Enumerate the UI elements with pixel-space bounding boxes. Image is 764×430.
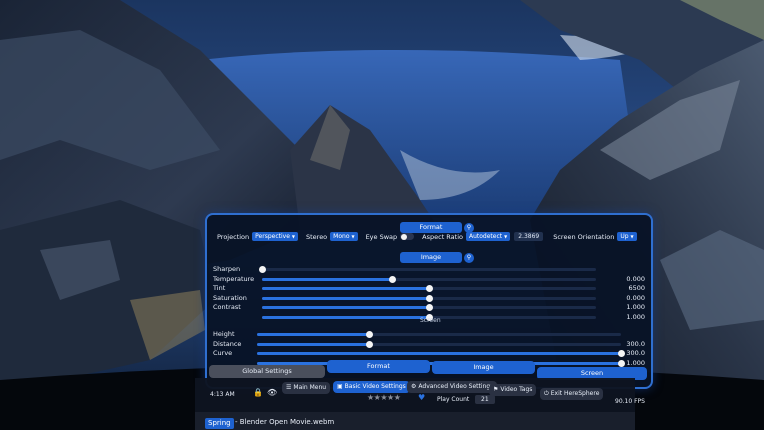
- image-label-tint: Tint: [213, 284, 226, 292]
- image-slider-value: 6500: [628, 284, 645, 292]
- image-label-contrast: Contrast: [213, 303, 241, 311]
- tab-global-settings[interactable]: Global Settings: [209, 365, 325, 378]
- now-playing-bar: Spring - Blender Open Movie.webm: [195, 412, 635, 430]
- lock-icon[interactable]: 🔒: [253, 388, 263, 397]
- screen-slider-fill: [257, 333, 370, 336]
- stereo-dropdown[interactable]: Mono ▼: [330, 232, 358, 241]
- image-slider-track[interactable]: [262, 304, 596, 311]
- image-slider-handle[interactable]: [388, 275, 396, 283]
- aspect-ratio-label: Aspect Ratio: [422, 232, 463, 241]
- favorite-heart-icon[interactable]: ♥: [418, 393, 425, 402]
- image-slider-value: 0.000: [626, 274, 645, 283]
- image-slider-track[interactable]: [258, 266, 596, 273]
- screen-orientation-dropdown[interactable]: Up ▼: [617, 232, 637, 241]
- image-slider-fill: [262, 296, 429, 300]
- video-filename: - Blender Open Movie.webm: [235, 418, 335, 426]
- rating-stars[interactable]: ★★★★★: [367, 393, 401, 402]
- screen-orientation-label: Screen Orientation: [553, 232, 615, 241]
- image-label-temperature: Temperature: [213, 274, 255, 283]
- screen-label-curve: Curve: [213, 349, 233, 357]
- screen-slider-fill: [257, 352, 621, 355]
- screen-slider-value: 300.0: [626, 339, 645, 348]
- screen-label-distance: Distance: [213, 339, 242, 348]
- stereo-label: Stereo: [305, 232, 328, 241]
- power-icon: ⏻: [544, 390, 549, 397]
- eye-swap-label: Eye Swap: [365, 232, 398, 241]
- image-label-sharpen: Sharpen: [213, 265, 241, 273]
- image-slider-handle[interactable]: [425, 294, 433, 302]
- image-icon: ▣: [337, 383, 343, 390]
- screen-slider-value: 1.000: [626, 358, 645, 367]
- play-count-label: Play Count: [437, 396, 470, 403]
- image-section-header: Image: [400, 252, 462, 263]
- aspect-ratio-dropdown[interactable]: Autodetect ▼: [466, 232, 511, 241]
- title-tag: Spring: [205, 418, 234, 429]
- screen-section-header: Screen: [420, 317, 441, 324]
- image-slider-handle[interactable]: [258, 266, 266, 273]
- menu-icon: ☰: [286, 384, 292, 391]
- image-label-saturation: Saturation: [213, 293, 247, 302]
- bottom-control-bar: 4:13 AM 🔒 👁 ☰ Main Menu ▣ Basic Video Sett…: [195, 378, 645, 412]
- basic-video-settings-button[interactable]: ▣ Basic Video Settings: [333, 381, 410, 393]
- image-search-icon[interactable]: ⚲: [464, 253, 474, 263]
- projection-dropdown[interactable]: Perspective ▼: [252, 232, 298, 241]
- eye-swap-toggle[interactable]: [400, 233, 415, 240]
- screen-label-height: Height: [213, 330, 235, 338]
- advanced-video-settings-button[interactable]: ⚙ Advanced Video Settings: [407, 381, 498, 393]
- video-tags-button[interactable]: ⚑ Video Tags: [489, 384, 537, 396]
- screen-slider-handle[interactable]: [366, 340, 374, 348]
- projection-label: Projection: [217, 232, 250, 241]
- screen-slider-handle[interactable]: [366, 331, 374, 338]
- image-slider-value: 1.000: [626, 312, 645, 321]
- screen-slider-value: 300.0: [626, 349, 645, 357]
- screen-slider-fill: [257, 342, 370, 346]
- image-slider-fill: [262, 315, 429, 319]
- gear-icon: ⚙: [411, 383, 417, 390]
- play-count-value: 21: [475, 395, 495, 404]
- tab-format[interactable]: Format: [327, 360, 430, 373]
- image-slider-track[interactable]: [262, 275, 596, 283]
- image-slider-track[interactable]: [262, 294, 596, 302]
- image-slider-fill: [262, 277, 393, 281]
- screen-slider-track[interactable]: [257, 350, 625, 357]
- fps-readout: 90.10 FPS: [615, 398, 645, 405]
- image-slider-handle[interactable]: [425, 304, 433, 311]
- image-slider-value: 0.000: [626, 293, 645, 302]
- image-slider-value: 1.000: [626, 303, 645, 311]
- exit-heresphere-button[interactable]: ⏻ Exit HereSphere: [540, 388, 604, 400]
- screen-slider-track[interactable]: [257, 340, 621, 348]
- eye-icon[interactable]: 👁: [267, 388, 277, 397]
- format-row: Projection Perspective ▼ Stereo Mono ▼ Eye…: [217, 232, 645, 241]
- video-settings-panel: Format ⚲ Projection Perspective ▼ Stereo …: [205, 213, 653, 389]
- image-slider-fill: [262, 306, 429, 309]
- tab-image[interactable]: Image: [432, 361, 535, 374]
- clock: 4:13 AM: [210, 391, 235, 398]
- aspect-ratio-input[interactable]: 2.3869: [514, 232, 544, 241]
- screen-slider-track[interactable]: [257, 331, 621, 338]
- image-slider-track[interactable]: [262, 285, 596, 292]
- image-slider-handle[interactable]: [425, 285, 433, 292]
- image-slider-fill: [262, 287, 429, 290]
- main-menu-button[interactable]: ☰ Main Menu: [282, 382, 331, 394]
